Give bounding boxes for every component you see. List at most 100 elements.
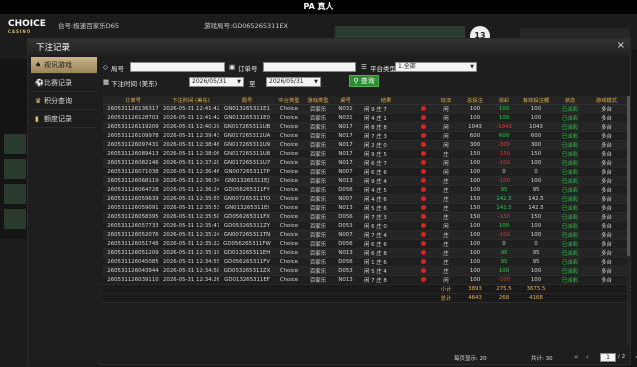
page-input[interactable]: 1 (600, 353, 616, 362)
platform-cell: Choice (275, 266, 303, 276)
order-id-cell: 260531126057733 (103, 221, 163, 231)
list-icon: ☰ (361, 63, 367, 71)
valid-bet-cell: 100 (518, 266, 554, 276)
bet-type-cell: 庄 (432, 266, 460, 276)
order-id-cell: 260531126089413 (103, 149, 163, 159)
result-dot (414, 248, 432, 258)
red-dot-icon (420, 151, 426, 156)
total-pages-text: / 2 (618, 354, 626, 360)
strip-tile (4, 134, 26, 154)
game-type-cell: 百家乐 (303, 230, 333, 240)
result-cell: 闲 9 庄 4 (358, 176, 414, 186)
table-no-cell: N017 (333, 122, 358, 132)
total-bet-cell: 100 (460, 257, 490, 267)
crown-icon: ♛ (35, 97, 42, 105)
total-bet-cell: 100 (460, 275, 490, 285)
valid-bet-cell: 150 (518, 212, 554, 222)
order-id-cell: 260531126082146 (103, 158, 163, 168)
table-no-cell: D053 (333, 266, 358, 276)
column-header: 有效投注额 (518, 96, 554, 105)
sidebar-item-points-query[interactable]: ♛ 积分查询 (31, 93, 97, 110)
game-mode-cell: 多台 (586, 257, 627, 267)
result-dot (414, 230, 432, 240)
status-cell: 已派彩 (554, 104, 586, 114)
total-bet-cell: 100 (460, 113, 490, 123)
summary-cell (333, 284, 358, 294)
scrollbar[interactable] (627, 96, 630, 346)
result-dot (414, 203, 432, 213)
sidebar-item-match-records[interactable]: ⚽比赛记录 (31, 75, 97, 92)
sidebar-item-credit-records[interactable]: ▮ 额度记录 (31, 111, 97, 128)
total-bet-cell: 100 (460, 221, 490, 231)
round-input[interactable] (130, 62, 225, 72)
order-input[interactable] (263, 62, 356, 72)
table-no-cell: D053 (333, 221, 358, 231)
date-from-select[interactable]: 2026/05/31 ▼ (189, 77, 244, 87)
bet-time-cell: 2026-05-31 12:41:42 (163, 104, 219, 114)
table-no-cell: N017 (333, 140, 358, 150)
valid-bet-cell: 142.5 (518, 203, 554, 213)
payout-cell: 95 (490, 185, 518, 195)
bet-type-cell: 庄 (432, 212, 460, 222)
payout-cell: -300 (490, 140, 518, 150)
query-button[interactable]: ⚲ 查询 (349, 75, 379, 87)
round-id-cell: GN017265311U9 (219, 140, 275, 150)
game-mode-cell: 多台 (586, 140, 627, 150)
payout-cell: -100 (490, 158, 518, 168)
platform-cell: Choice (275, 185, 303, 195)
bet-time-cell: 2026-05-31 12:35:47 (163, 221, 219, 231)
column-header: 平台类型 (275, 96, 303, 105)
total-bet-cell: 100 (460, 176, 490, 186)
column-header: 桌号 (333, 96, 358, 105)
table-header-row: 订单号 下注时间 (美东) 局号 平台类型 游戏类型 桌号 结果 玩法 总投注 派彩 有效投注额 状态… (103, 96, 627, 105)
tag-icon: ◇ (103, 63, 108, 71)
valid-bet-cell: 100 (518, 113, 554, 123)
table-no-cell: N007 (333, 230, 358, 240)
payout-cell: -150 (490, 212, 518, 222)
payout-cell: 600 (490, 131, 518, 141)
valid-bet-cell: 100 (518, 104, 554, 114)
sidebar-item-video-games[interactable]: ♠ 视讯游戏 (31, 57, 97, 74)
bet-type-cell: 闲 (432, 122, 460, 132)
calendar-icon: ▦ (103, 78, 110, 86)
round-id-cell: GD013265311EH (219, 248, 275, 258)
strip-tile (4, 159, 26, 179)
platform-select[interactable]: 1.全部 ▼ (395, 62, 477, 72)
result-cell: 闲 1 庄 6 (358, 257, 414, 267)
bet-type-cell: 闲 (432, 221, 460, 231)
sidebar: ♠ 视讯游戏 ⚽比赛记录 ♛ 积分查询 ▮ 额度记录 (28, 55, 98, 365)
chevron-down-icon: ▼ (314, 79, 318, 85)
prev-page-icon[interactable]: ‹ (586, 353, 589, 361)
scrollbar-thumb[interactable] (627, 96, 630, 256)
summary-cell: 4168 (518, 293, 554, 303)
round-id-cell: GD053265311ZX (219, 266, 275, 276)
modal-title: 下注记录 (36, 43, 71, 53)
close-icon[interactable]: × (617, 40, 625, 51)
total-bet-cell: 150 (460, 203, 490, 213)
bet-type-cell: 闲 (432, 113, 460, 123)
date-to-select[interactable]: 2026/05/31 ▼ (266, 77, 321, 87)
result-cell: 闲 6 庄 7 (358, 158, 414, 168)
bet-type-cell: 庄 (432, 185, 460, 195)
first-page-icon[interactable]: « (574, 353, 578, 361)
payout-cell: 142.5 (490, 203, 518, 213)
result-cell: 闲 5 庄 6 (358, 203, 414, 213)
valid-bet-cell: 95 (518, 248, 554, 258)
red-dot-icon (420, 124, 426, 129)
result-cell: 闲 6 庄 8 (358, 248, 414, 258)
result-cell: 闲 4 庄 5 (358, 185, 414, 195)
valid-bet-cell: 0 (518, 239, 554, 249)
red-dot-icon (420, 133, 426, 138)
game-mode-cell: 多台 (586, 176, 627, 186)
valid-bet-cell: 100 (518, 176, 554, 186)
game-type-cell: 百家乐 (303, 167, 333, 177)
red-dot-icon (420, 277, 426, 282)
order-id-cell: 260531126039110 (103, 275, 163, 285)
red-dot-icon (420, 205, 426, 210)
payout-cell: 95 (490, 257, 518, 267)
spade-icon: ♠ (35, 61, 42, 69)
status-cell: 已派彩 (554, 239, 586, 249)
payout-cell: 0 (490, 167, 518, 177)
status-cell: 已派彩 (554, 185, 586, 195)
summary-cell (103, 293, 163, 303)
